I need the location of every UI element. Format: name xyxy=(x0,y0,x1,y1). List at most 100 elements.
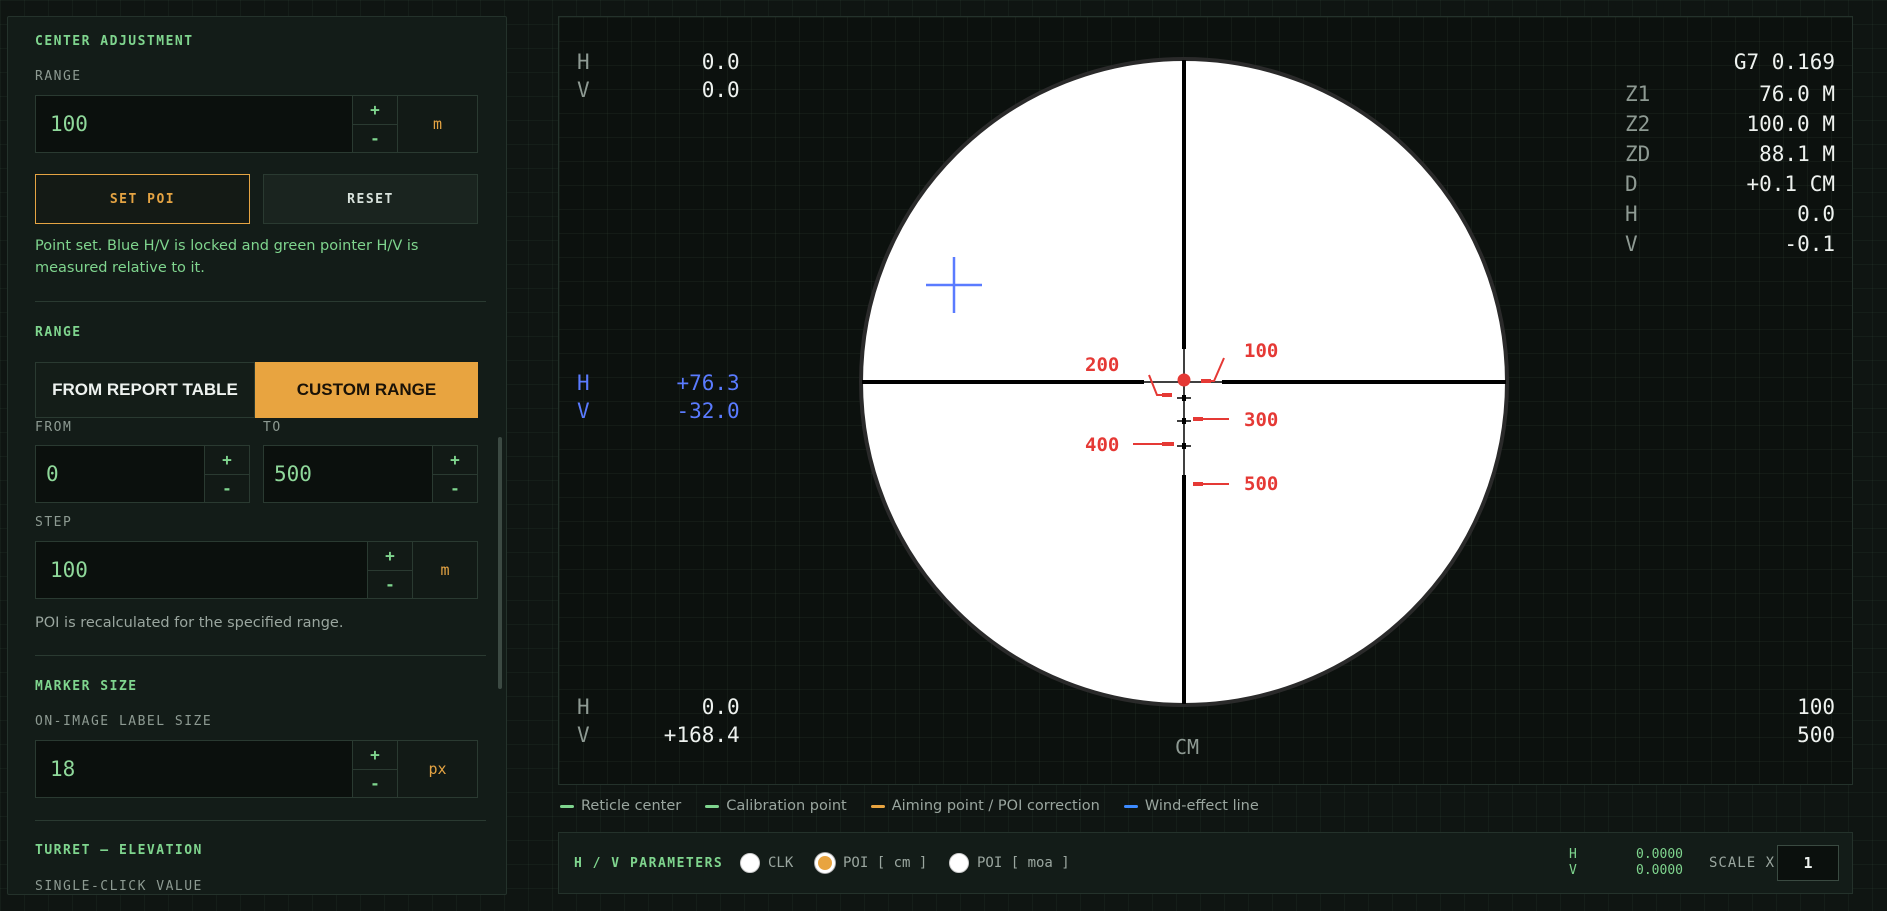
center-range-input: 100 + - m xyxy=(35,95,478,153)
label-size-increment-button[interactable]: + xyxy=(353,741,397,770)
range-start-value: 100 xyxy=(1797,695,1835,719)
legend-item-wind-effect: Wind-effect line xyxy=(1123,798,1259,814)
from-input: 0 + - xyxy=(35,445,250,503)
legend-item-aiming-point: Aiming point / POI correction xyxy=(870,798,1100,814)
center-adjustment-title: CENTER ADJUSTMENT xyxy=(35,34,194,49)
from-increment-button[interactable]: + xyxy=(205,446,249,475)
row-key: H xyxy=(1625,202,1638,226)
poi-status-note: Point set. Blue H/V is locked and green … xyxy=(35,238,419,276)
center-range-unit: m xyxy=(397,96,477,152)
row-key: V xyxy=(1625,232,1638,256)
marker-size-title: MARKER SIZE xyxy=(35,679,138,694)
hv-values: 0.0000 0.0000 xyxy=(1636,847,1683,878)
step-value[interactable]: 100 xyxy=(36,542,367,598)
radio-clk[interactable]: CLK xyxy=(740,853,793,873)
v-key: V xyxy=(577,78,590,102)
tab-custom-range[interactable]: CUSTOM RANGE xyxy=(255,362,478,418)
row-value: 100.0 M xyxy=(1746,112,1835,136)
radio-poi-cm[interactable]: POI [ cm ] xyxy=(815,853,927,873)
bottom-left-readout: H 0.0 V +168.4 xyxy=(577,695,740,747)
divider xyxy=(35,820,486,821)
scale-label: SCALE X xyxy=(1709,855,1776,871)
marker-label-500: 500 xyxy=(1244,473,1278,495)
marker-label-400: 400 xyxy=(1085,434,1119,456)
from-value[interactable]: 0 xyxy=(36,446,204,502)
label-size-input: 18 + - px xyxy=(35,740,478,798)
legend: Reticle center Calibration point Aiming … xyxy=(560,798,1259,814)
wind-readout: H +76.3 V -32.0 xyxy=(577,371,740,423)
to-value[interactable]: 500 xyxy=(264,446,432,502)
from-decrement-button[interactable]: - xyxy=(205,474,249,502)
top-right-row: V -0.1 xyxy=(1625,232,1835,256)
divider xyxy=(35,655,486,656)
v-value: 0.0 xyxy=(701,78,740,102)
legend-item-calibration-point: Calibration point xyxy=(705,798,847,814)
top-right-row: D +0.1 CM xyxy=(1625,172,1835,196)
hv-keys: HV xyxy=(1569,847,1577,878)
radio-poi-moa[interactable]: POI [ moa ] xyxy=(949,853,1070,873)
reset-button[interactable]: RESET xyxy=(263,174,478,224)
wind-h-value: +76.3 xyxy=(676,371,740,395)
label-size-value[interactable]: 18 xyxy=(36,741,352,797)
sidebar-scrollbar[interactable] xyxy=(498,437,502,689)
row-key: Z2 xyxy=(1625,112,1651,136)
scale-input[interactable]: 1 xyxy=(1777,845,1839,881)
top-right-row: Z1 76.0 M xyxy=(1625,82,1835,106)
center-range-increment-button[interactable]: + xyxy=(353,96,397,125)
settings-sidebar: CENTER ADJUSTMENT RANGE 100 + - m SET PO… xyxy=(7,16,507,895)
h-key: H xyxy=(577,50,590,74)
h-value: 0.0 xyxy=(701,695,740,719)
hv-parameters-bar: H / V PARAMETERS CLK POI [ cm ] POI [ mo… xyxy=(558,832,1853,894)
step-increment-button[interactable]: + xyxy=(368,542,412,571)
range-section-title: RANGE xyxy=(35,325,82,340)
range-note: POI is recalculated for the specified ra… xyxy=(35,615,344,631)
wind-v-key: V xyxy=(577,399,590,423)
row-value: 0.0 xyxy=(1797,202,1835,226)
step-decrement-button[interactable]: - xyxy=(368,570,412,598)
unit-caption: CM xyxy=(1175,735,1200,759)
row-value: 76.0 M xyxy=(1759,82,1835,106)
center-range-value[interactable]: 100 xyxy=(36,96,352,152)
scope-reticle[interactable]: 100 200 300 400 500 xyxy=(859,57,1509,707)
tab-from-report-table[interactable]: FROM REPORT TABLE xyxy=(35,362,255,418)
to-label: TO xyxy=(263,420,282,435)
to-input: 500 + - xyxy=(263,445,478,503)
label-size-decrement-button[interactable]: - xyxy=(353,769,397,797)
aiming-point[interactable] xyxy=(1177,373,1191,387)
step-unit: m xyxy=(412,542,477,598)
to-increment-button[interactable]: + xyxy=(433,446,477,475)
v-key: V xyxy=(577,723,590,747)
label-size-unit: px xyxy=(397,741,477,797)
radio-poi-moa-dot[interactable] xyxy=(949,853,969,873)
range-label: RANGE xyxy=(35,69,82,84)
step-input: 100 + - m xyxy=(35,541,478,599)
h-key: H xyxy=(577,695,590,719)
range-end-value: 500 xyxy=(1797,723,1835,747)
single-click-label: SINGLE-CLICK VALUE xyxy=(35,879,203,894)
radio-poi-cm-dot[interactable] xyxy=(815,853,835,873)
marker-label-100: 100 xyxy=(1244,340,1278,362)
marker-label-300: 300 xyxy=(1244,409,1278,431)
bottom-right-readout: 100 500 xyxy=(1797,695,1835,747)
row-value: +0.1 CM xyxy=(1746,172,1835,196)
row-key: Z1 xyxy=(1625,82,1651,106)
set-poi-button[interactable]: SET POI xyxy=(35,174,250,224)
row-value: 88.1 M xyxy=(1759,142,1835,166)
to-decrement-button[interactable]: - xyxy=(433,474,477,502)
label-size-label: ON-IMAGE LABEL SIZE xyxy=(35,714,213,729)
top-right-row: H 0.0 xyxy=(1625,202,1835,226)
radio-clk-dot[interactable] xyxy=(740,853,760,873)
row-value: -0.1 xyxy=(1784,232,1835,256)
bullet-model: G7 0.169 xyxy=(1733,50,1835,74)
hv-parameters-title: H / V PARAMETERS xyxy=(574,855,724,871)
top-right-row: Z2 100.0 M xyxy=(1625,112,1835,136)
row-key: ZD xyxy=(1625,142,1651,166)
turret-elevation-title: TURRET — ELEVATION xyxy=(35,843,203,858)
center-range-decrement-button[interactable]: - xyxy=(353,124,397,152)
scope-viewer[interactable]: H 0.0 V 0.0 G7 0.169 Z1 76.0 M Z2 100.0 M ZD 88… xyxy=(558,16,1853,785)
h-value: 0.0 xyxy=(701,50,740,74)
divider xyxy=(35,301,486,302)
top-right-readout: G7 0.169 Z1 76.0 M Z2 100.0 M ZD 88.1 M D +0.1 … xyxy=(1625,50,1835,256)
from-label: FROM xyxy=(35,420,73,435)
marker-label-200: 200 xyxy=(1085,354,1119,376)
